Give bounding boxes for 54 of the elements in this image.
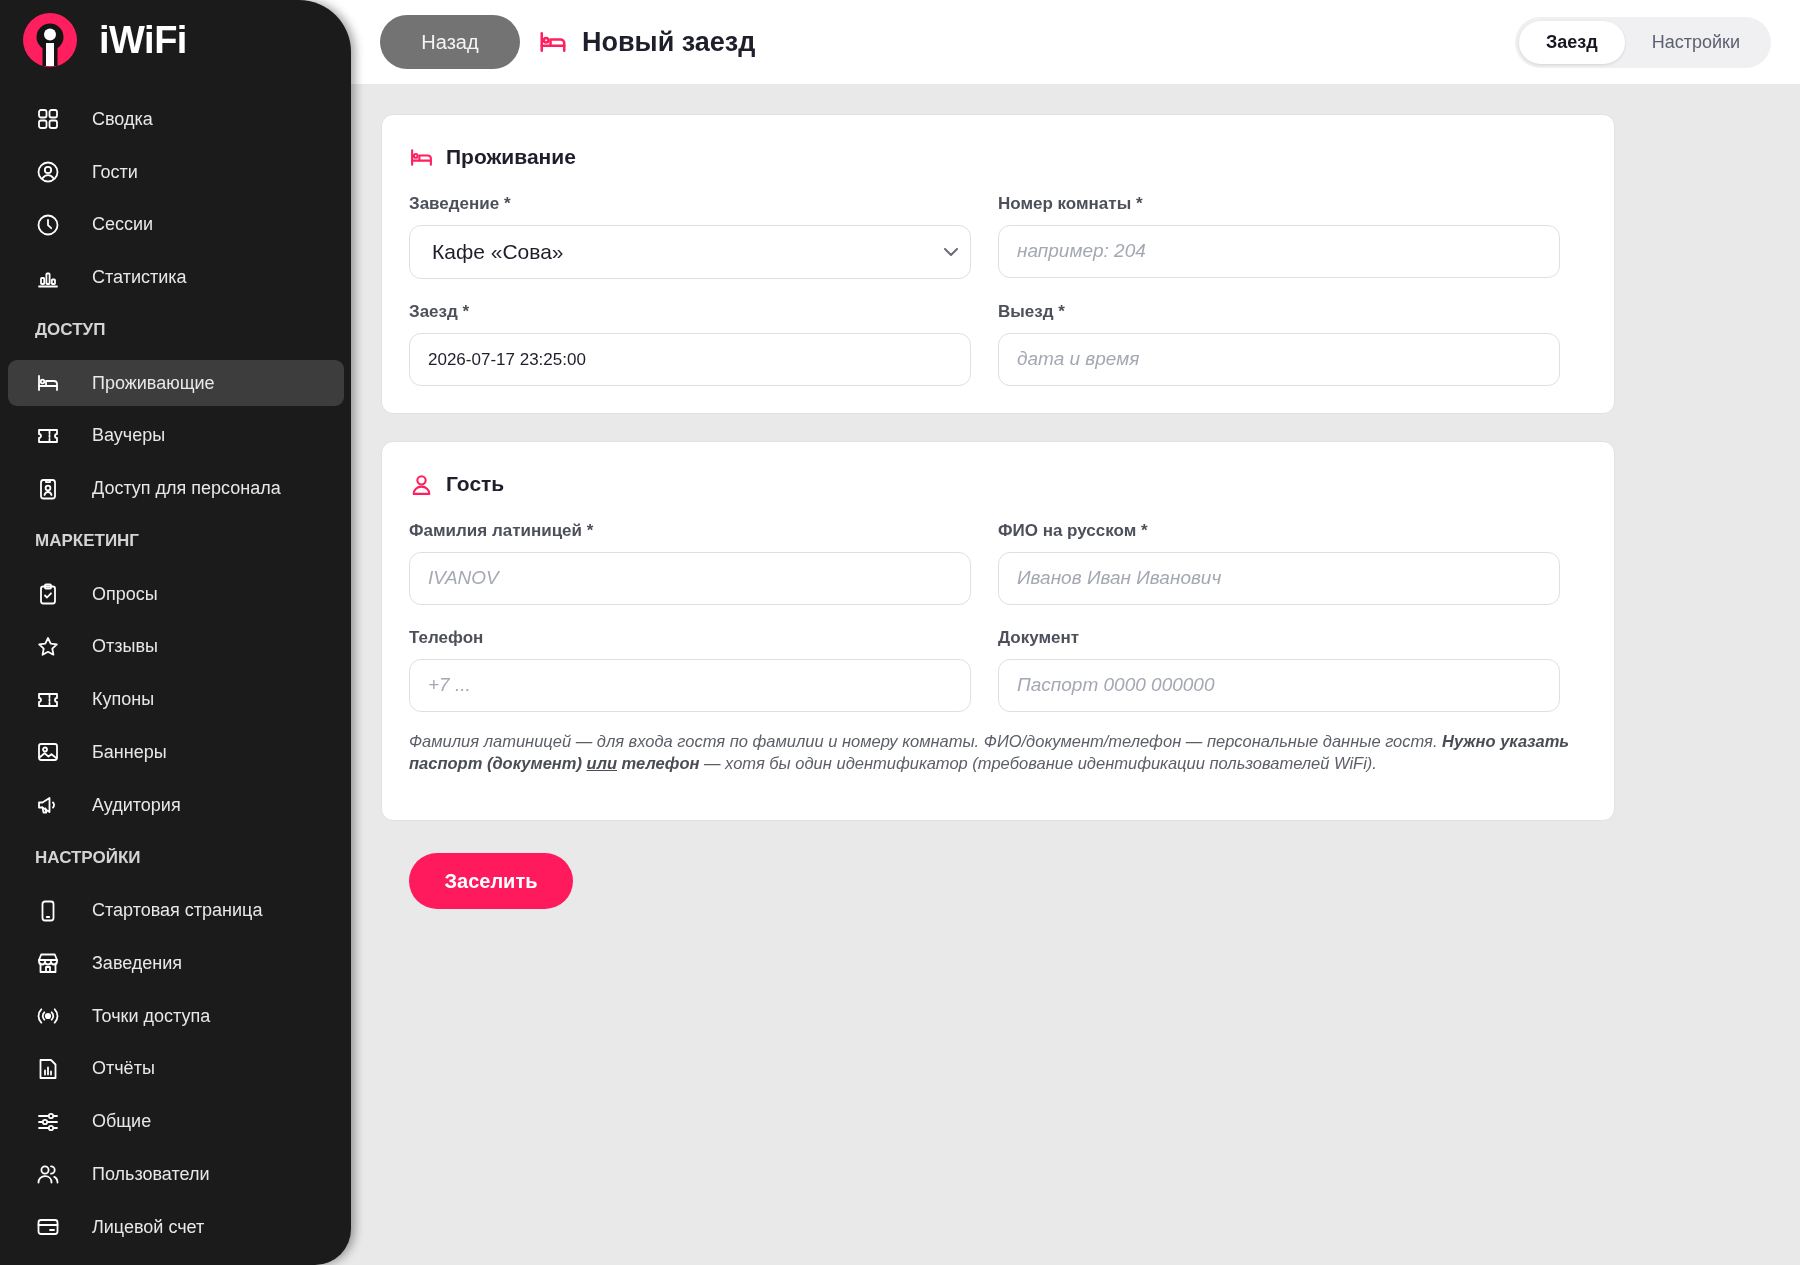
nav-item[interactable]: Отчёты [8,1045,344,1092]
store-icon [36,951,60,976]
input-field[interactable]: дата и время [998,333,1560,386]
nav-item[interactable]: Общие [8,1098,344,1145]
section-heading: НАСТРОЙКИ [34,847,141,868]
nav-item[interactable]: Ваучеры [8,412,344,459]
back-button[interactable]: Назад [380,15,520,69]
nav-item[interactable]: Баннеры [8,729,344,776]
brand-name: iWiFi [99,18,187,63]
input-field[interactable]: IVANOV [409,552,971,605]
nav-item[interactable]: Точки доступа [8,993,344,1040]
nav-item[interactable]: Пользователи [8,1151,344,1198]
field-label: Заезд * [409,302,470,322]
hint-text: Фамилия латиницей — для входа гостя по фамилии и номеру комнаты. ФИО/документ/телефон — персональные данные гостя. Нужно указать паспорт (документ) или телефон — хотя бы один идентификатор (требование идентификации пользователей WiFi). [409,731,1571,774]
page-title: Новый заезд [582,26,756,58]
grid-icon [36,107,60,132]
nav-item[interactable]: Лицевой счет [8,1204,344,1251]
field-label: Фамилия латиницей * [409,521,594,541]
chevron-down-icon [944,248,958,256]
logo-icon [23,13,77,67]
field-label: Документ [998,628,1080,648]
select-field[interactable]: Кафе «Сова» [409,225,971,279]
nav-item[interactable]: Статистика [8,254,344,301]
nav-item[interactable]: Проживающие [8,360,344,407]
nav-item[interactable]: Опросы [8,571,344,618]
nav-item[interactable]: Заведения [8,940,344,987]
input-field[interactable]: например: 204 [998,225,1560,278]
section-heading: МАРКЕТИНГ [34,531,139,552]
star-icon [36,634,60,659]
nav-item[interactable]: Купоны [8,676,344,723]
user-circle-icon [36,160,60,185]
tab[interactable]: Заезд [1519,20,1625,64]
check-in-button[interactable]: Заселить [409,853,573,909]
field-label: Заведение * [409,194,511,214]
section-title: Гость [446,472,505,496]
section-heading: ДОСТУП [34,320,106,341]
nav-item[interactable]: Отзывы [8,623,344,670]
tab[interactable]: Настройки [1624,20,1767,64]
input-field[interactable]: Иванов Иван Иванович [998,552,1560,605]
nav-item[interactable]: Сессии [8,201,344,248]
input-field[interactable]: 2026-07-17 23:25:00 [409,333,971,386]
nav-item[interactable]: Стартовая страница [8,887,344,934]
clock-icon [36,212,60,237]
nav-item[interactable]: Гости [8,149,344,196]
field-label: ФИО на русском * [998,521,1148,541]
field-label: Номер комнаты * [998,194,1143,214]
nav-item[interactable]: Доступ для персонала [8,465,344,512]
input-field[interactable]: +7 ... [409,659,971,712]
input-field[interactable]: Паспорт 0000 000000 [998,659,1560,712]
field-label: Выезд * [998,302,1065,322]
section-title: Проживание [446,145,576,169]
nav-item[interactable]: Аудитория [8,782,344,829]
field-label: Телефон [409,628,484,648]
nav-item[interactable]: Сводка [8,96,344,143]
